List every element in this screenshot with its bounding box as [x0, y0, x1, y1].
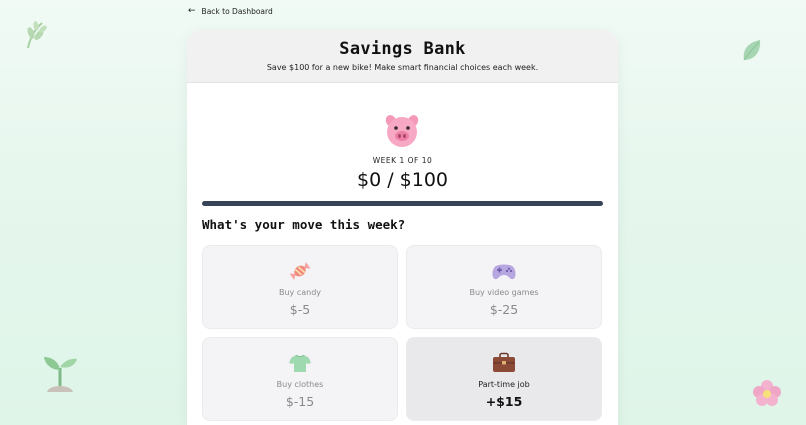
back-to-dashboard-link[interactable]: ← Back to Dashboard — [188, 6, 273, 17]
page-title: Savings Bank — [339, 39, 466, 59]
leaf-branch-icon — [27, 21, 47, 49]
choice-label: Buy clothes — [276, 380, 324, 389]
choice-label: Buy video games — [469, 288, 539, 297]
page-subtitle: Save $100 for a new bike! Make smart fin… — [266, 63, 539, 72]
game-controller-icon — [492, 264, 516, 280]
flower-icon — [753, 380, 781, 406]
sprout-icon — [44, 357, 77, 392]
back-link-label: Back to Dashboard — [201, 7, 273, 16]
choice-value: $-25 — [489, 302, 519, 317]
candy-icon — [289, 261, 311, 281]
savings-bank-card: Savings Bank Save $100 for a new bike! M… — [187, 30, 618, 425]
savings-progress-bar — [202, 201, 603, 206]
choice-buy-clothes[interactable]: Buy clothes $-15 — [202, 337, 398, 421]
choice-value: +$15 — [485, 394, 523, 409]
choice-value: $-15 — [285, 394, 315, 409]
leaf-icon — [743, 40, 761, 61]
shirt-icon — [289, 354, 311, 372]
briefcase-icon — [493, 352, 515, 372]
savings-amount: $0 / $100 — [356, 169, 448, 191]
choice-value: $-5 — [289, 302, 311, 317]
choice-part-time-job[interactable]: Part-time job +$15 — [406, 337, 602, 421]
week-indicator: WEEK 1 OF 10 — [372, 156, 433, 165]
choice-label: Buy candy — [278, 288, 322, 297]
card-header: Savings Bank Save $100 for a new bike! M… — [187, 30, 618, 83]
arrow-left-icon: ← — [188, 6, 196, 16]
piggy-bank-icon — [385, 115, 419, 147]
move-heading: What's your move this week? — [202, 217, 406, 232]
choice-label: Part-time job — [478, 380, 530, 389]
choice-buy-video-games[interactable]: Buy video games $-25 — [406, 245, 602, 329]
choice-buy-candy[interactable]: Buy candy $-5 — [202, 245, 398, 329]
